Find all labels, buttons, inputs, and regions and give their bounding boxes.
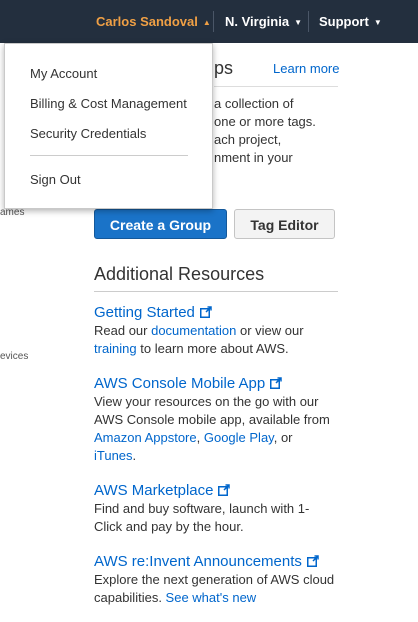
menu-item-security-credentials[interactable]: Security Credentials	[30, 126, 146, 141]
desc-text: capabilities.	[94, 590, 166, 605]
intro-text-line: nment in your	[214, 150, 293, 165]
sidebar-fragment: evices	[0, 351, 29, 362]
training-link[interactable]: training	[94, 341, 137, 356]
desc-text: or view our	[236, 323, 304, 338]
external-link-icon	[270, 377, 282, 389]
support-label: Support	[319, 14, 369, 29]
menu-divider	[30, 155, 188, 156]
external-link-icon	[199, 306, 212, 318]
support-menu[interactable]: Support ▼	[319, 0, 382, 43]
menu-item-sign-out[interactable]: Sign Out	[30, 172, 81, 187]
desc-text: ,	[196, 430, 204, 445]
caret-down-icon: ▼	[294, 18, 302, 27]
resource-mobile-app: AWS Console Mobile App View your resourc…	[94, 374, 344, 465]
resource-reinvent: AWS re:Invent Announcements Explore the …	[94, 552, 344, 607]
create-group-button[interactable]: Create a Group	[94, 209, 227, 239]
caret-down-icon: ▼	[373, 18, 382, 27]
menu-item-my-account[interactable]: My Account	[30, 66, 97, 81]
section-divider	[94, 291, 338, 292]
reinvent-link[interactable]: AWS re:Invent Announcements	[94, 552, 344, 571]
desc-text: to learn more about AWS.	[136, 341, 289, 356]
getting-started-link[interactable]: Getting Started	[94, 303, 344, 322]
mobile-app-title: AWS Console Mobile App	[94, 375, 266, 392]
section-divider	[214, 86, 338, 87]
learn-more-link[interactable]: Learn more	[273, 61, 339, 76]
external-link-icon	[218, 484, 231, 496]
resource-groups-title: ps	[214, 58, 234, 78]
user-name: Carlos Sandoval	[96, 14, 198, 29]
marketplace-link[interactable]: AWS Marketplace	[94, 481, 344, 500]
nav-divider	[213, 11, 214, 32]
resource-getting-started: Getting Started Read our documentation o…	[94, 303, 344, 358]
desc-text: Find and buy software, launch with 1-	[94, 501, 310, 516]
user-dropdown-menu: My Account Billing & Cost Management Sec…	[4, 43, 213, 209]
resource-marketplace: AWS Marketplace Find and buy software, l…	[94, 481, 344, 536]
region-selector[interactable]: N. Virginia ▼	[225, 0, 302, 43]
caret-up-icon: ▲	[202, 18, 211, 27]
getting-started-title: Getting Started	[94, 304, 195, 321]
google-play-link[interactable]: Google Play	[204, 430, 274, 445]
marketplace-description: Find and buy software, launch with 1- Cli…	[94, 500, 344, 536]
reinvent-description: Explore the next generation of AWS cloud…	[94, 571, 344, 607]
region-label: N. Virginia	[225, 14, 290, 29]
amazon-appstore-link[interactable]: Amazon Appstore	[94, 430, 197, 445]
desc-text: Read our	[94, 323, 152, 338]
getting-started-description: Read our documentation or view our traini…	[94, 322, 344, 358]
menu-item-billing[interactable]: Billing & Cost Management	[30, 96, 187, 111]
intro-text-line: one or more tags.	[214, 114, 316, 129]
nav-divider	[308, 11, 309, 32]
mobile-app-description: View your resources on the go with our AW…	[94, 393, 344, 465]
top-nav-bar: Carlos Sandoval ▲ N. Virginia ▼ Support ▼	[0, 0, 418, 43]
see-whats-new-link[interactable]: See what's new	[166, 590, 257, 605]
intro-text-line: ach project,	[214, 132, 282, 147]
desc-text: View your resources on the go with our	[94, 394, 319, 409]
external-link-icon	[306, 555, 319, 567]
marketplace-title: AWS Marketplace	[94, 482, 214, 499]
desc-text: AWS Console mobile app, available from	[94, 412, 330, 427]
reinvent-title: AWS re:Invent Announcements	[94, 553, 302, 570]
desc-text: .	[132, 448, 137, 463]
documentation-link[interactable]: documentation	[151, 323, 236, 338]
desc-text: Explore the next generation of AWS cloud	[94, 572, 335, 587]
mobile-app-link[interactable]: AWS Console Mobile App	[94, 374, 344, 393]
desc-text: Click and pay by the hour.	[94, 519, 244, 534]
desc-text: , or	[273, 430, 293, 445]
additional-resources-title: Additional Resources	[94, 264, 265, 284]
tag-editor-button[interactable]: Tag Editor	[234, 209, 335, 239]
itunes-link[interactable]: iTunes	[94, 448, 133, 463]
user-menu-toggle[interactable]: Carlos Sandoval ▲	[96, 0, 211, 43]
intro-text-line: a collection of	[214, 96, 294, 111]
